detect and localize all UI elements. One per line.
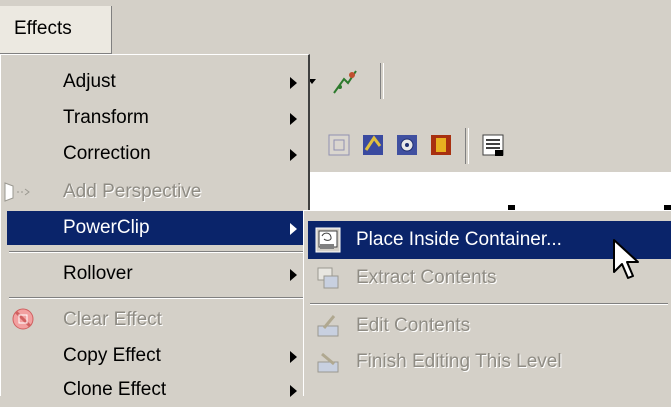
- submenu-item-label: Edit Contents: [356, 315, 471, 336]
- submenu-item-label: Place Inside Container...: [356, 229, 562, 250]
- menu-item-correction[interactable]: Correction: [7, 137, 309, 171]
- submenu-item-edit-contents[interactable]: Edit Contents: [308, 307, 671, 345]
- menu-item-label: Adjust: [63, 71, 116, 92]
- menubar-effects-label: Effects: [14, 18, 72, 39]
- menu-item-label: Rollover: [63, 263, 133, 284]
- mouse-pointer-icon: [612, 238, 640, 284]
- toolbar-standard: ⁝: [290, 55, 671, 105]
- perspective-icon: [3, 179, 30, 203]
- menu-item-clear-effect[interactable]: Clear Effect: [7, 303, 309, 337]
- finish-editing-icon: [314, 348, 342, 376]
- menu-item-rollover[interactable]: Rollover: [7, 257, 309, 291]
- menu-item-powerclip[interactable]: PowerClip: [7, 211, 309, 245]
- toolbar-separator: [380, 63, 384, 99]
- submenu-arrow-icon: [290, 113, 297, 125]
- toolbar-separator: [465, 128, 469, 164]
- effects-menu: Adjust Transform Correction Add Perspect…: [0, 54, 310, 400]
- submenu-arrow-icon: [290, 385, 297, 397]
- menu-item-label: Clone Effect: [63, 379, 167, 400]
- envelope-icon[interactable]: [360, 132, 386, 158]
- extrude-icon[interactable]: [394, 132, 420, 158]
- menu-separator: [9, 297, 305, 299]
- contour-icon[interactable]: [326, 132, 352, 158]
- list-view-icon[interactable]: [480, 132, 506, 158]
- menu-item-adjust[interactable]: Adjust: [7, 65, 309, 99]
- extract-contents-icon: [314, 264, 342, 292]
- menu-item-label: Copy Effect: [63, 345, 161, 366]
- place-inside-icon: [314, 226, 342, 254]
- menu-item-label: Clear Effect: [63, 309, 162, 330]
- menu-item-transform[interactable]: Transform: [7, 101, 309, 135]
- submenu-arrow-icon: [290, 223, 297, 235]
- menu-item-add-perspective[interactable]: Add Perspective: [4, 175, 309, 209]
- menu-item-label: Correction: [63, 143, 151, 164]
- submenu-item-finish-editing[interactable]: Finish Editing This Level: [308, 343, 671, 381]
- menu-item-label: Add Perspective: [63, 181, 202, 202]
- menu-item-copy-effect[interactable]: Copy Effect: [7, 339, 309, 373]
- submenu-separator: [310, 303, 668, 305]
- toolbar-property-bar: [290, 120, 671, 170]
- submenu-item-label: Finish Editing This Level: [356, 351, 562, 372]
- menubar-effects[interactable]: Effects: [0, 6, 112, 54]
- submenu-arrow-icon: [290, 351, 297, 363]
- menu-separator: [9, 251, 305, 253]
- edit-contents-icon: [314, 312, 342, 340]
- submenu-arrow-icon: [290, 149, 297, 161]
- clear-effect-icon: [11, 307, 35, 331]
- effects-toolbar-icon[interactable]: [330, 67, 357, 94]
- menu-item-clone-effect[interactable]: Clone Effect: [7, 373, 309, 407]
- drop-shadow-icon[interactable]: [428, 132, 454, 158]
- submenu-arrow-icon: [290, 269, 297, 281]
- submenu-arrow-icon: [290, 77, 297, 89]
- submenu-item-label: Extract Contents: [356, 267, 497, 288]
- menu-item-label: PowerClip: [63, 217, 150, 238]
- menu-item-label: Transform: [63, 107, 149, 128]
